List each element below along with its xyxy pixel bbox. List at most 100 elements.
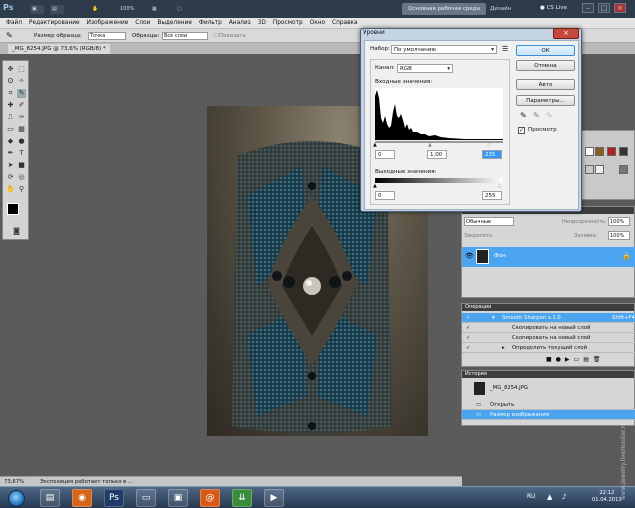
layer-row-background[interactable]: 👁 Фон 🔒	[462, 247, 635, 267]
swatch-mid[interactable]	[619, 165, 628, 174]
hand-tool-icon[interactable]: ✋	[6, 185, 15, 194]
menu-analysis[interactable]: Анализ	[229, 18, 251, 28]
action-row[interactable]: ✓ Скопировать на новый слой	[462, 333, 635, 343]
photoshop-taskbar-icon[interactable]: Ps	[104, 489, 124, 507]
menu-file[interactable]: Файл	[6, 18, 22, 28]
menu-3d[interactable]: 3D	[258, 18, 266, 28]
clone-stamp-icon[interactable]: ⎍	[6, 113, 15, 122]
blend-mode-select[interactable]: Обычные	[464, 217, 514, 226]
healing-brush-icon[interactable]: ✚	[6, 101, 15, 110]
swatch-light[interactable]	[595, 165, 604, 174]
history-item[interactable]: ▭ Открыть	[462, 400, 635, 410]
lasso-tool-icon[interactable]: ʘ	[6, 77, 15, 86]
sample-size-select[interactable]: Точка	[88, 32, 126, 40]
minibridge-icon[interactable]: ▤	[50, 5, 64, 14]
3d-rotate-icon[interactable]: ⟳	[6, 173, 15, 182]
document-tab[interactable]: _MG_8254.JPG @ 73,6% (RGB/8) *	[8, 44, 110, 54]
swatch-brown[interactable]	[595, 147, 604, 156]
output-white-slider[interactable]: △	[498, 183, 502, 189]
type-tool-icon[interactable]: T	[17, 149, 26, 158]
input-gamma-slider[interactable]: ▲	[428, 142, 432, 148]
quick-mask-icon[interactable]: ◙	[12, 227, 21, 236]
menu-edit[interactable]: Редактирование	[29, 18, 80, 28]
volume-icon[interactable]: ♪	[562, 493, 566, 501]
eye-icon[interactable]: 👁	[465, 252, 474, 260]
workspace-button[interactable]: Основная рабочая среда	[402, 3, 486, 15]
menu-window[interactable]: Окно	[310, 18, 325, 28]
actions-toolbar[interactable]: ■●▶▭▤🗑	[546, 356, 604, 363]
show-ring-checkbox[interactable]: ☐ Показать кольцо пробы	[214, 29, 246, 67]
dialog-close-icon[interactable]: ×	[553, 28, 579, 39]
firefox-icon[interactable]: ◉	[72, 489, 92, 507]
start-button[interactable]	[8, 490, 25, 507]
network-icon[interactable]: ▲	[547, 493, 552, 501]
action-check-icon[interactable]: ✓	[466, 313, 470, 323]
bridge-icon[interactable]: ▣	[30, 5, 44, 14]
close-icon[interactable]: ×	[614, 3, 626, 13]
menu-select[interactable]: Выделение	[157, 18, 192, 28]
3d-camera-icon[interactable]: ◎	[17, 173, 26, 182]
mail-agent-icon[interactable]: @	[200, 489, 220, 507]
crop-tool-icon[interactable]: ⌗	[6, 89, 15, 98]
blur-tool-icon[interactable]: ◆	[6, 137, 15, 146]
eyedropper-icon[interactable]: ✎	[17, 89, 26, 98]
input-black-slider[interactable]: ▲	[373, 142, 377, 148]
action-check-icon[interactable]: ✓	[466, 343, 470, 353]
white-eyedropper-icon[interactable]: ✎	[546, 111, 553, 120]
pen-tool-icon[interactable]: ✒	[6, 149, 15, 158]
action-row[interactable]: ✓ ▾ Smooth Sharpen v.1.0 Shift+F4	[462, 313, 635, 323]
menu-image[interactable]: Изображение	[87, 18, 129, 28]
taskbar-clock[interactable]: 22:12 01.04.2013	[592, 490, 622, 504]
menu-layers[interactable]: Слои	[135, 18, 150, 28]
action-expand-icon[interactable]: ▾	[492, 313, 495, 323]
minimize-icon[interactable]: –	[582, 3, 594, 13]
menu-view[interactable]: Просмотр	[273, 18, 303, 28]
input-white-field[interactable]: 235	[482, 150, 502, 159]
explorer-icon[interactable]: ▤	[40, 489, 60, 507]
brush-tool-icon[interactable]: ✐	[17, 101, 26, 110]
language-indicator[interactable]: RU	[527, 494, 535, 500]
action-check-icon[interactable]: ✓	[466, 323, 470, 333]
menu-filter[interactable]: Фильтр	[199, 18, 222, 28]
input-gamma-field[interactable]: 1,00	[427, 150, 447, 159]
options-button[interactable]: Параметры...	[516, 95, 575, 106]
swatch-gray[interactable]	[585, 165, 594, 174]
preview-checkbox[interactable]: ✓	[518, 127, 525, 134]
cs-live-button[interactable]: ● CS Live	[540, 5, 567, 11]
ok-button[interactable]: ОК	[516, 45, 575, 56]
output-black-slider[interactable]: ▲	[373, 183, 377, 189]
path-select-icon[interactable]: ➤	[6, 161, 15, 170]
swatch-red[interactable]	[607, 147, 616, 156]
samples-select[interactable]: Все слои	[162, 32, 208, 40]
action-row[interactable]: ✓ Скопировать на новый слой	[462, 323, 635, 333]
marquee-tool-icon[interactable]: ⬚	[17, 65, 26, 74]
history-snapshot[interactable]: _MG_8254.JPG	[464, 381, 634, 396]
history-brush-icon[interactable]: ✑	[17, 113, 26, 122]
output-white-field[interactable]: 255	[482, 191, 502, 200]
arrange-icon[interactable]: ▦	[150, 5, 164, 14]
action-row[interactable]: ✓ ▸ Определить текущий слой	[462, 343, 635, 353]
shape-tool-icon[interactable]: ■	[17, 161, 26, 170]
screen-mode-icon[interactable]: ▢	[175, 5, 189, 14]
eyedropper-tool-icon[interactable]: ✎	[6, 29, 13, 43]
action-expand-icon[interactable]: ▸	[502, 343, 505, 353]
history-item[interactable]: ▭ Размер изображения	[462, 410, 635, 420]
input-black-field[interactable]: 0	[375, 150, 395, 159]
media-icon[interactable]: ▶	[264, 489, 284, 507]
foreground-color-swatch[interactable]	[7, 203, 19, 215]
window-switch-icon[interactable]: ▣	[168, 489, 188, 507]
auto-button[interactable]: Авто	[516, 79, 575, 90]
gray-eyedropper-icon[interactable]: ✎	[533, 111, 540, 120]
action-check-icon[interactable]: ✓	[466, 333, 470, 343]
design-workspace-link[interactable]: Дизайн	[490, 6, 511, 12]
gradient-tool-icon[interactable]: ▦	[17, 125, 26, 134]
hand-icon[interactable]: ✋	[90, 5, 104, 14]
eraser-tool-icon[interactable]: ▭	[6, 125, 15, 134]
swatch-white[interactable]	[585, 147, 594, 156]
black-eyedropper-icon[interactable]: ✎	[520, 111, 527, 120]
move-tool-icon[interactable]: ✥	[6, 65, 15, 74]
opacity-field[interactable]: 100%	[608, 217, 630, 226]
utorrent-icon[interactable]: ⇊	[232, 489, 252, 507]
output-black-field[interactable]: 0	[375, 191, 395, 200]
preset-select[interactable]: По умолчанию ▾	[391, 45, 497, 54]
